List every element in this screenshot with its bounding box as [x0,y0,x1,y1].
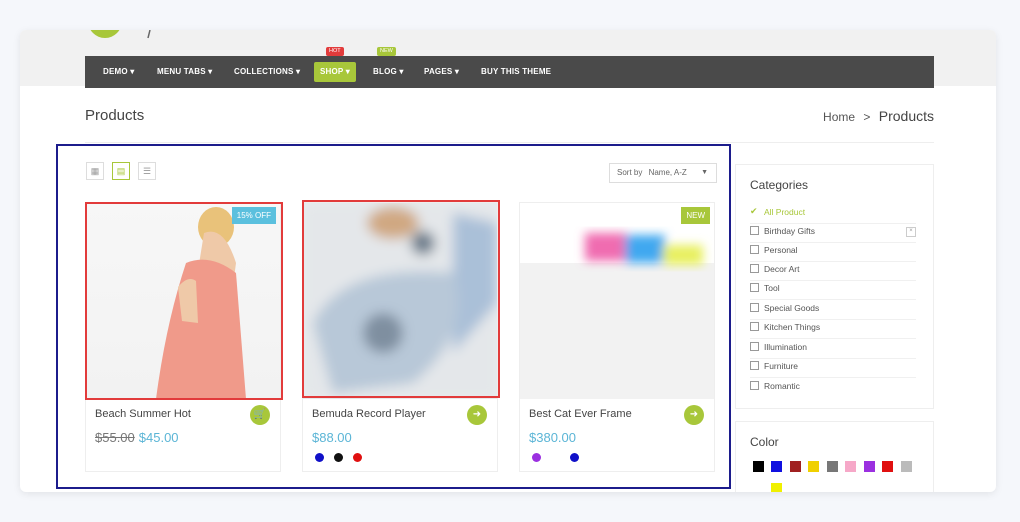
frame-illustration [520,203,714,265]
category-label: Special Goods [764,303,820,313]
category-romantic[interactable]: Romantic [750,378,916,397]
color-red[interactable] [882,461,893,472]
product-name[interactable]: Best Cat Ever Frame [529,408,632,420]
old-price: $55.00 [95,430,135,445]
nav-item-menu-tabs[interactable]: MENU TABS ▾ [157,56,212,88]
category-personal[interactable]: Personal [750,242,916,262]
color-yellow[interactable] [808,461,819,472]
cart-icon[interactable]: 🛒 [250,405,270,425]
swatch-purple[interactable] [532,453,541,462]
arrow-right-icon[interactable]: ➜ [467,405,487,425]
grid-3-icon[interactable]: ▤ [112,162,130,180]
hot-badge: HOT [326,47,344,56]
new-price: $88.00 [312,430,352,445]
color-black[interactable] [753,461,764,472]
categories-panel: Categories ✔ All Product Birthday Gifts … [735,164,934,409]
product-image[interactable] [303,203,497,399]
color-purple[interactable] [864,461,875,472]
checkbox[interactable] [750,226,759,235]
nav-item-collections[interactable]: COLLECTIONS ▾ [234,56,300,88]
category-label: Furniture [764,361,799,371]
close-icon[interactable]: × [906,227,916,237]
category-label: Decor Art [764,264,800,274]
product-card[interactable]: Bemuda Record Player ➜ $88.00 [302,202,498,472]
product-price: $380.00 [529,430,576,445]
checkbox[interactable] [750,342,759,351]
product-price: $88.00 [312,430,352,445]
breadcrumb: Home > Products [823,108,934,124]
nav-item-pages[interactable]: PAGES ▾ [424,56,459,88]
category-all-product[interactable]: ✔ All Product [750,204,916,224]
product-image[interactable]: NEW [520,203,714,399]
grid-4-icon[interactable]: ▦ [86,162,104,180]
color-title: Color [750,435,779,449]
checkbox[interactable] [750,283,759,292]
new-badge: NEW [681,207,710,224]
title-divider [85,142,934,143]
breadcrumb-current: Products [878,108,934,124]
checkbox[interactable] [750,381,759,390]
color-pink[interactable] [845,461,856,472]
color-maroon[interactable] [790,461,801,472]
category-label: Birthday Gifts [764,226,816,236]
new-badge: NEW [377,47,396,56]
product-name[interactable]: Beach Summer Hot [95,408,191,420]
check-icon: ✔ [750,206,758,216]
category-furniture[interactable]: Furniture [750,358,916,378]
page-card: DEMO ▾ MENU TABS ▾ COLLECTIONS ▾ SHOP ▾ … [20,30,996,492]
color-bright-yellow[interactable] [771,483,782,492]
nav-item-buy-theme[interactable]: BUY THIS THEME [481,56,551,88]
product-name[interactable]: Bemuda Record Player [312,408,426,420]
checkbox[interactable] [750,322,759,331]
color-gray[interactable] [827,461,838,472]
sort-label: Sort by [617,168,643,177]
sort-select[interactable]: Sort by Name, A-Z ▼ [609,163,717,183]
swatch-blue[interactable] [315,453,324,462]
category-label: Romantic [764,381,800,391]
new-price: $45.00 [138,430,179,445]
category-label: Illumination [764,342,807,352]
swatch-black[interactable] [334,453,343,462]
checkbox[interactable] [750,245,759,254]
category-label: All Product [764,207,806,217]
category-tool[interactable]: Tool [750,280,916,300]
category-kitchen-things[interactable]: Kitchen Things [750,319,916,339]
discount-badge: 15% OFF [231,207,276,224]
checkbox[interactable] [750,264,759,273]
checkbox[interactable] [750,361,759,370]
product-card[interactable]: 15% OFF Beach Summer Hot 🛒 $55.00 $45.00 [85,202,281,472]
product-image[interactable]: 15% OFF [86,203,280,399]
logo-script [147,30,151,39]
category-label: Kitchen Things [764,322,821,332]
list-icon[interactable]: ☰ [138,162,156,180]
breadcrumb-separator: > [863,110,871,124]
category-birthday-gifts[interactable]: Birthday Gifts × [750,223,916,243]
nav-item-blog[interactable]: BLOG ▾ [373,56,404,88]
product-card[interactable]: NEW Best Cat Ever Frame ➜ $380.00 [519,202,715,472]
arrow-right-icon[interactable]: ➜ [684,405,704,425]
color-blue[interactable] [771,461,782,472]
nav-item-shop[interactable]: SHOP ▾ [314,62,356,82]
category-illumination[interactable]: Illumination [750,339,916,359]
page-title: Products [85,107,145,124]
color-panel: Color [735,421,934,492]
category-special-goods[interactable]: Special Goods [750,300,916,320]
color-silver[interactable] [901,461,912,472]
main-nav: DEMO ▾ MENU TABS ▾ COLLECTIONS ▾ SHOP ▾ … [85,56,934,88]
swatch-red[interactable] [353,453,362,462]
record-player-illustration [303,203,497,399]
product-price: $55.00 $45.00 [95,430,179,445]
nav-item-demo[interactable]: DEMO ▾ [103,56,134,88]
category-label: Personal [764,245,798,255]
category-decor-art[interactable]: Decor Art [750,261,916,281]
breadcrumb-home[interactable]: Home [823,110,855,124]
new-price: $380.00 [529,430,576,445]
checkbox[interactable] [750,303,759,312]
dress-illustration [156,207,246,399]
swatch-blue[interactable] [570,453,579,462]
chevron-down-icon: ▼ [701,169,708,176]
sort-value: Name, A-Z [648,168,687,177]
categories-title: Categories [750,178,809,192]
category-label: Tool [764,283,780,293]
